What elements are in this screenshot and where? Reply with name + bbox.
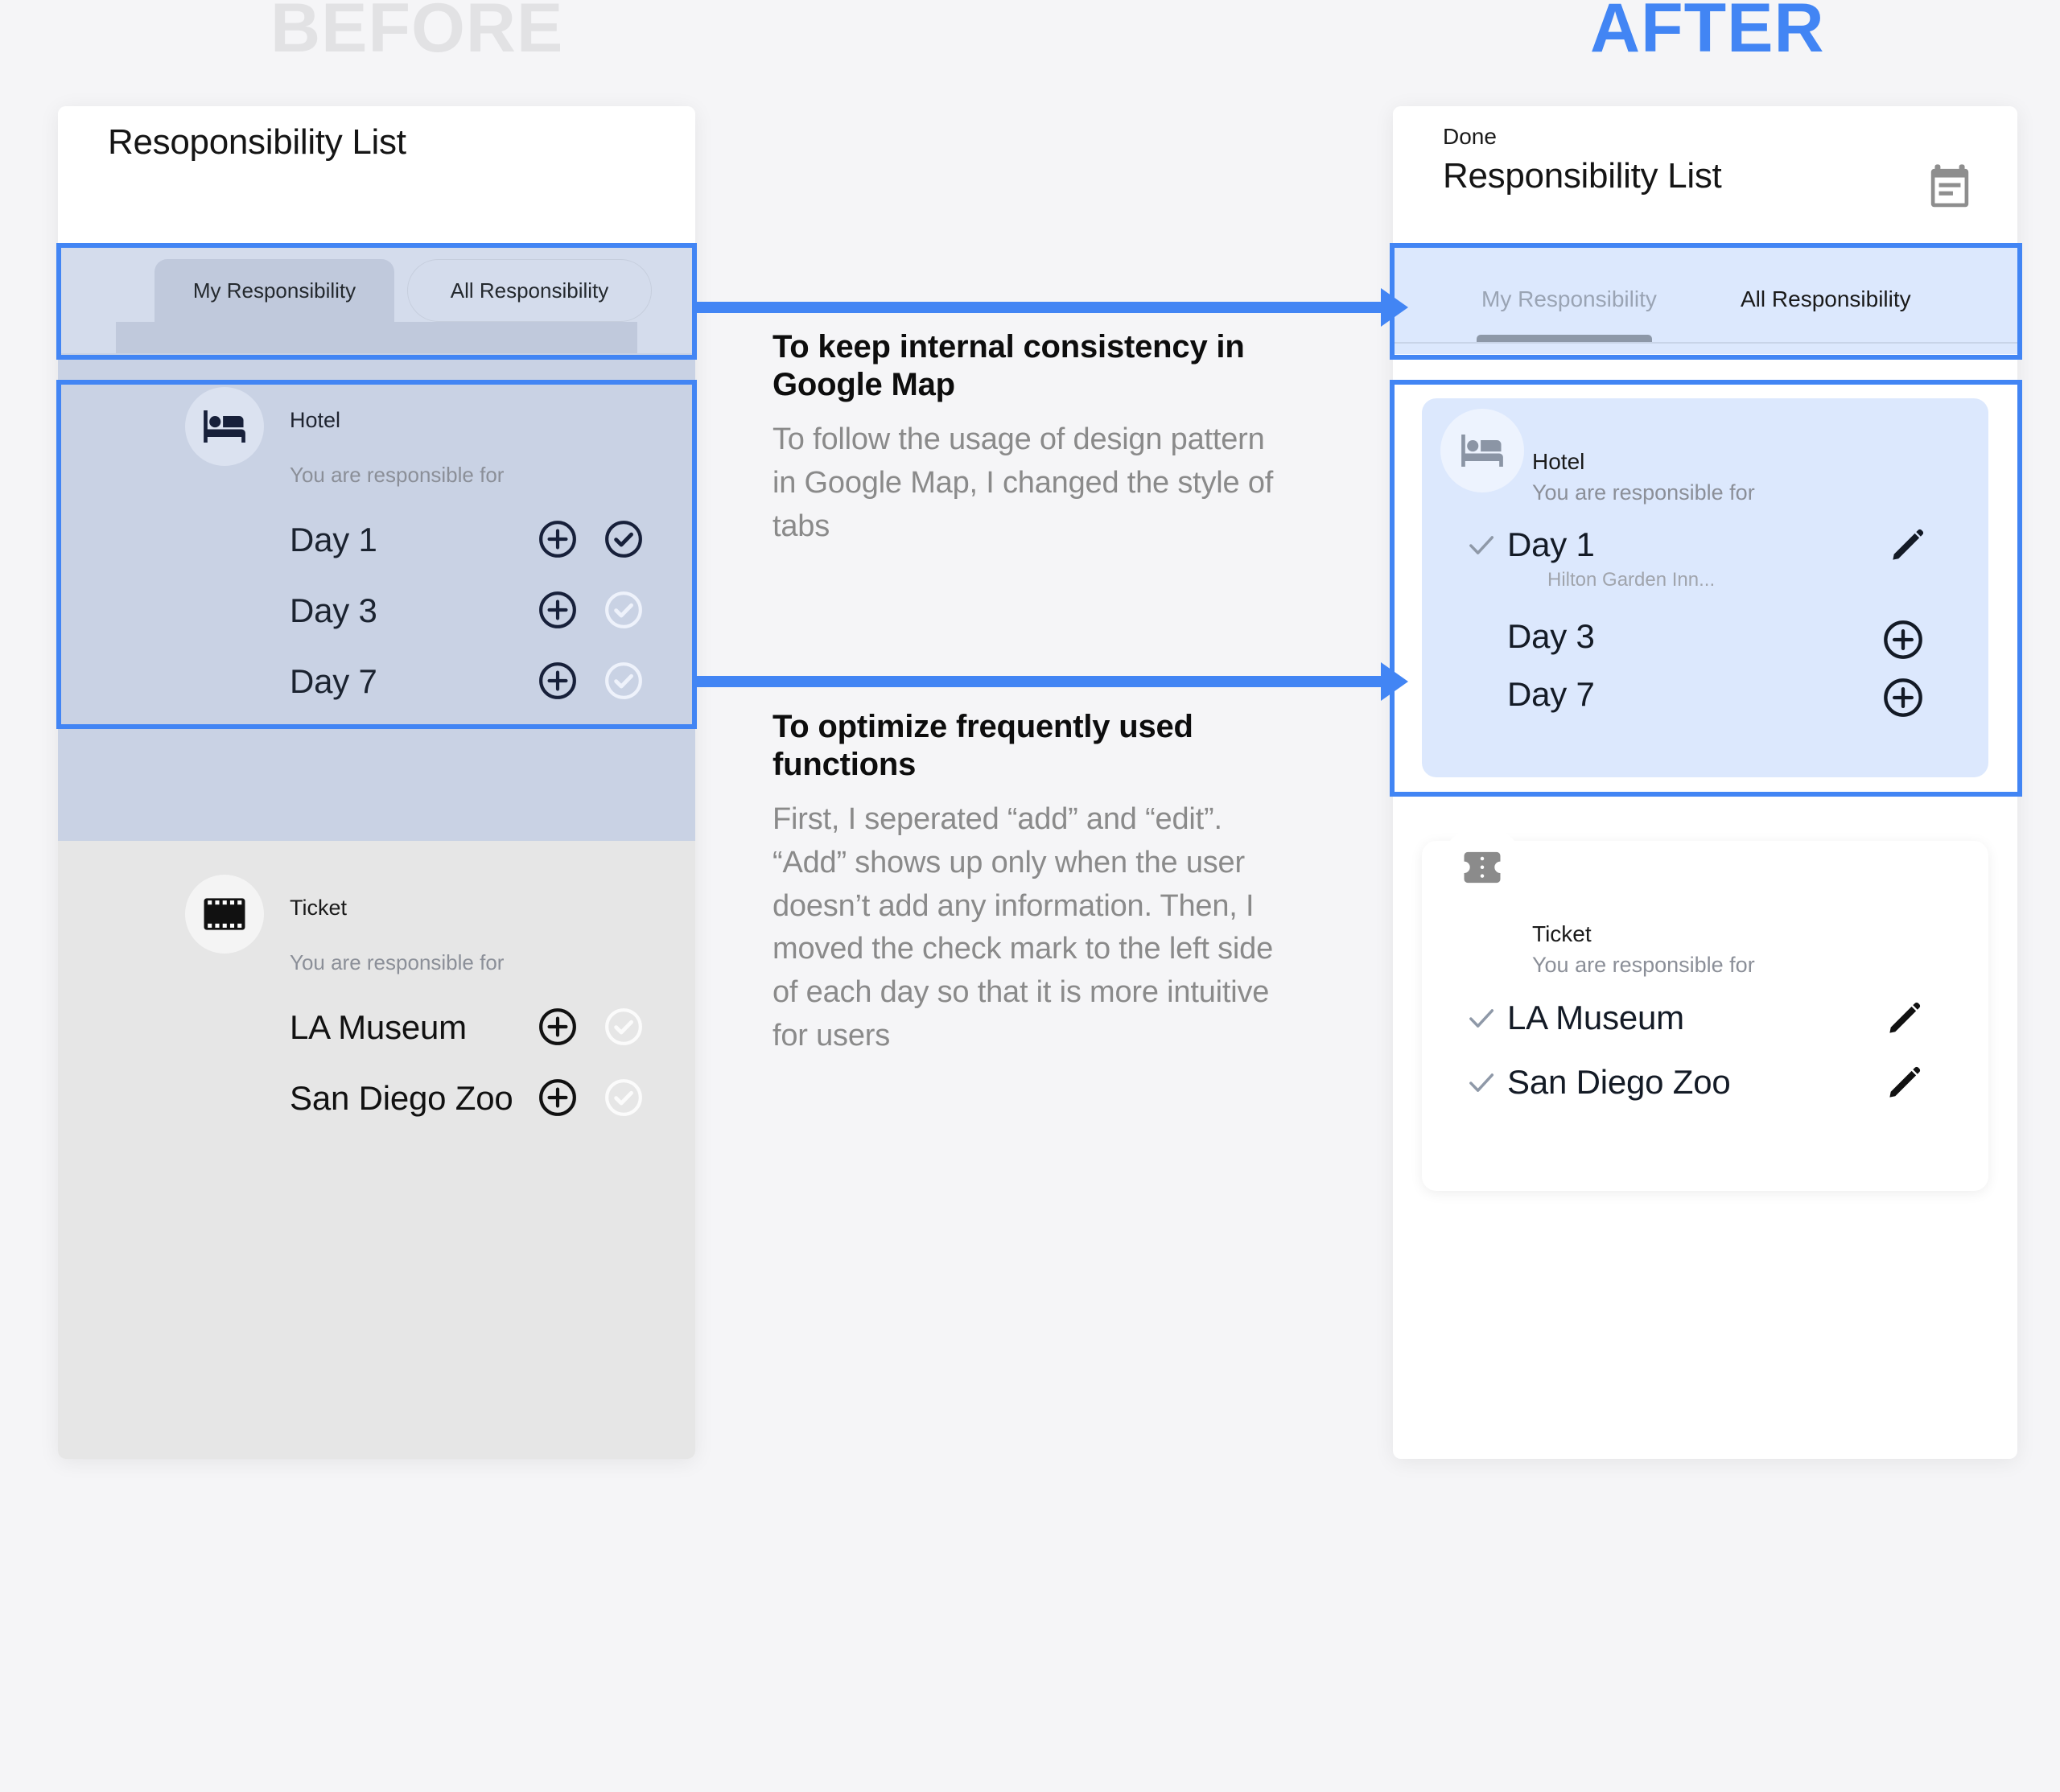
calendar-icon[interactable] — [1927, 163, 1972, 209]
before-row-actions-la-museum — [538, 1007, 644, 1047]
after-tab-all-responsibility[interactable]: All Responsibility — [1741, 286, 1911, 312]
before-phone-mockup: Resoponsibility List My Responsibility A… — [58, 106, 695, 1459]
arrow-tabs — [694, 288, 1408, 327]
after-row-label: San Diego Zoo — [1507, 1063, 1731, 1101]
after-phone-mockup: Done Responsibility List My Responsibili… — [1393, 106, 2017, 1459]
pencil-icon[interactable] — [1885, 1000, 1922, 1037]
after-caption: AFTER — [1590, 0, 1825, 67]
after-row-label: LA Museum — [1507, 999, 1684, 1036]
before-row-actions-san-diego-zoo — [538, 1077, 644, 1118]
before-row-day3[interactable]: Day 3 — [290, 582, 377, 640]
before-row-label: LA Museum — [290, 1008, 467, 1046]
plus-circle-icon[interactable] — [1882, 677, 1924, 719]
after-header: Done Responsibility List — [1393, 106, 2017, 245]
before-header: Resoponsibility List — [58, 106, 695, 245]
after-row-detail-day1: Hilton Garden Inn... — [1547, 569, 1716, 591]
comparison-stage: BEFORE AFTER Resoponsibility List My Res… — [0, 0, 2060, 1792]
after-row-day1[interactable]: Day 1 — [1456, 525, 1955, 564]
check-circle-icon[interactable] — [604, 661, 644, 701]
before-group-name-ticket: Ticket — [290, 896, 348, 920]
before-group-hotel: Hotel You are responsible for Day 1 Day … — [58, 353, 695, 841]
after-group-name-hotel: Hotel — [1532, 449, 1585, 474]
after-group-subtitle-hotel: You are responsible for — [1532, 480, 1755, 505]
check-icon[interactable] — [1456, 1001, 1507, 1035]
after-row-label: Day 7 — [1507, 675, 1595, 713]
before-row-la-museum[interactable]: LA Museum — [290, 999, 467, 1057]
before-tab-bar: My Responsibility All Responsibility — [58, 245, 695, 353]
check-circle-icon[interactable] — [604, 1007, 644, 1047]
ticket-icon — [1440, 826, 1524, 909]
bed-icon — [185, 387, 264, 466]
before-row-label: Day 7 — [290, 662, 377, 700]
plus-circle-icon[interactable] — [538, 661, 578, 701]
after-row-san-diego-zoo[interactable]: San Diego Zoo — [1456, 1063, 1955, 1102]
after-tab-indicator — [1477, 335, 1652, 342]
before-caption: BEFORE — [270, 0, 564, 67]
after-row-day7[interactable]: Day 7 — [1456, 675, 1955, 714]
before-row-actions-day7 — [538, 661, 644, 701]
check-circle-icon[interactable] — [604, 519, 644, 559]
after-row-day3[interactable]: Day 3 — [1456, 617, 1955, 656]
check-icon[interactable] — [1456, 528, 1507, 562]
after-tab-my-responsibility[interactable]: My Responsibility — [1481, 286, 1657, 312]
check-circle-icon[interactable] — [604, 590, 644, 630]
check-icon[interactable] — [1456, 1065, 1507, 1099]
before-row-day7[interactable]: Day 7 — [290, 653, 377, 711]
after-group-name-ticket: Ticket — [1532, 921, 1592, 946]
before-group-subtitle-ticket: You are responsible for — [290, 950, 505, 974]
ticket-film-icon — [185, 875, 264, 954]
before-row-day1[interactable]: Day 1 — [290, 511, 377, 569]
after-page-title: Responsibility List — [1443, 156, 1722, 196]
done-button[interactable]: Done — [1443, 124, 1497, 150]
plus-circle-icon[interactable] — [538, 1077, 578, 1118]
before-row-actions-day3 — [538, 590, 644, 630]
before-group-ticket: Ticket You are responsible for LA Museum… — [58, 841, 695, 1459]
pencil-icon[interactable] — [1885, 1065, 1922, 1102]
annotation-body: First, I seperated “add” and “edit”. “Ad… — [772, 801, 1274, 1053]
bed-icon — [1440, 409, 1524, 492]
pencil-icon[interactable] — [1889, 527, 1926, 564]
before-tab-all-label: All Responsibility — [450, 278, 609, 303]
plus-circle-icon[interactable] — [538, 590, 578, 630]
before-row-label: San Diego Zoo — [290, 1079, 513, 1117]
before-group-name-hotel: Hotel — [290, 408, 341, 432]
check-circle-icon[interactable] — [604, 1077, 644, 1118]
before-tab-underline — [116, 322, 637, 353]
after-row-la-museum[interactable]: LA Museum — [1456, 999, 1955, 1037]
after-row-label: Day 1 — [1507, 525, 1595, 563]
plus-circle-icon[interactable] — [538, 519, 578, 559]
plus-circle-icon[interactable] — [1882, 619, 1924, 661]
before-group-subtitle-hotel: You are responsible for — [290, 463, 505, 487]
before-row-san-diego-zoo[interactable]: San Diego Zoo — [290, 1069, 513, 1127]
annotation-title: To optimize frequently used functions — [772, 709, 1193, 782]
after-tab-bar: My Responsibility All Responsibility — [1393, 245, 2017, 354]
annotation-body: To follow the usage of design pattern in… — [772, 422, 1274, 543]
before-row-label: Day 1 — [290, 521, 377, 558]
before-tab-my-label: My Responsibility — [192, 278, 356, 303]
after-group-subtitle-ticket: You are responsible for — [1532, 953, 1755, 977]
before-tab-my-responsibility[interactable]: My Responsibility — [154, 259, 394, 322]
before-row-actions-day1 — [538, 519, 644, 559]
plus-circle-icon[interactable] — [538, 1007, 578, 1047]
annotation-functions: To optimize frequently used functions Fi… — [772, 708, 1294, 1058]
before-page-title: Resoponsibility List — [108, 122, 406, 162]
after-tab-divider — [1393, 342, 2017, 344]
arrow-list — [694, 662, 1408, 701]
annotation-title: To keep internal consistency in Google M… — [772, 329, 1245, 402]
annotation-tabs: To keep internal consistency in Google M… — [772, 328, 1294, 548]
after-row-label: Day 3 — [1507, 617, 1595, 655]
before-row-label: Day 3 — [290, 591, 377, 629]
before-tab-all-responsibility[interactable]: All Responsibility — [407, 259, 652, 322]
